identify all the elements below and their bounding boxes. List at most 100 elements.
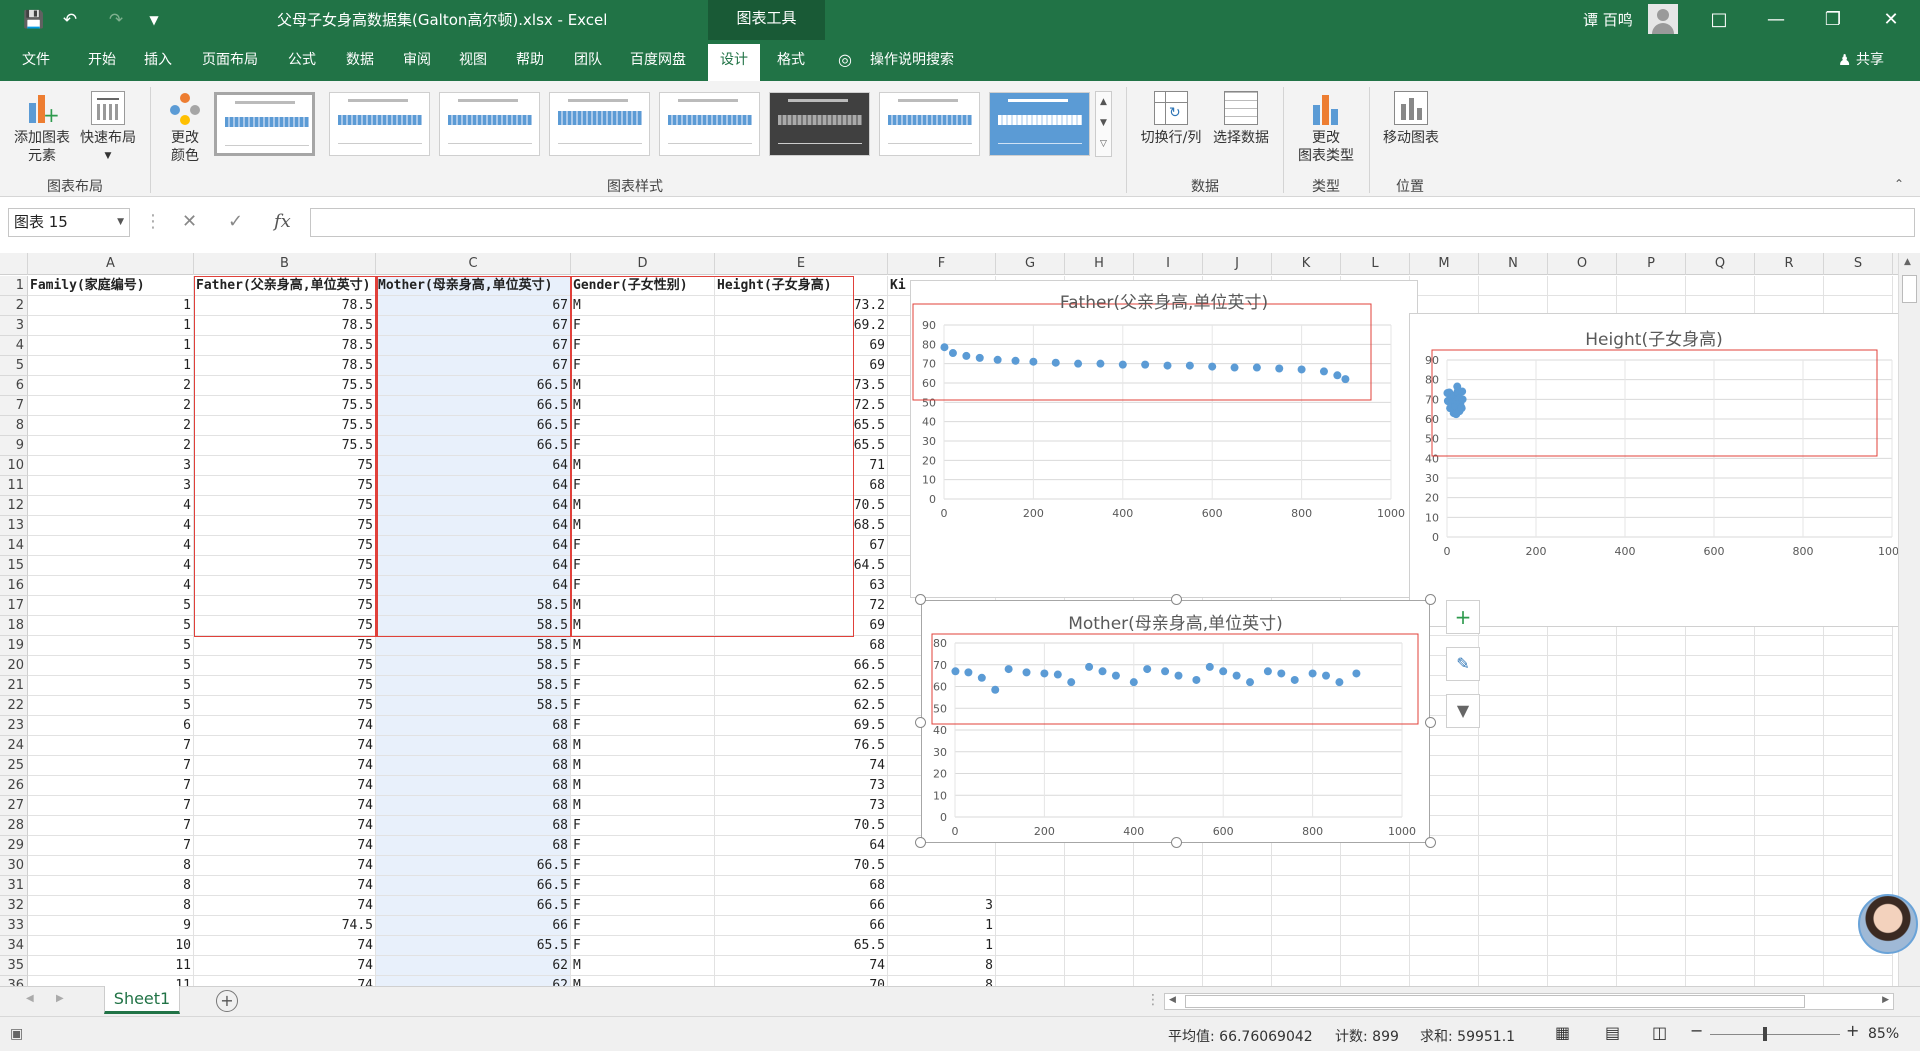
cell[interactable]	[1686, 936, 1755, 956]
scroll-up-icon[interactable]: ▲	[1904, 257, 1911, 267]
cell[interactable]	[1824, 796, 1893, 816]
cell[interactable]	[1203, 896, 1272, 916]
cell[interactable]	[1479, 816, 1548, 836]
cell[interactable]	[1410, 896, 1479, 916]
table-cell[interactable]: F	[571, 696, 715, 716]
cell[interactable]	[1272, 976, 1341, 986]
table-cell[interactable]: 65.5	[715, 436, 888, 456]
chart-elements-plus-icon[interactable]: +	[1446, 600, 1480, 634]
table-cell[interactable]: 5	[28, 596, 194, 616]
header-cell[interactable]: Mother(母亲身高,单位英寸)	[376, 276, 571, 296]
row-header[interactable]: 35	[0, 956, 28, 976]
cell[interactable]	[1824, 756, 1893, 776]
table-cell[interactable]: M	[571, 496, 715, 516]
cell[interactable]	[1686, 676, 1755, 696]
table-cell[interactable]: 74	[194, 936, 376, 956]
tab-data[interactable]: 数据	[346, 49, 374, 73]
table-cell[interactable]: 67	[376, 296, 571, 316]
table-cell[interactable]: 1	[888, 936, 996, 956]
row-header[interactable]: 13	[0, 516, 28, 536]
data-point[interactable]	[1290, 675, 1299, 684]
cell[interactable]	[1686, 796, 1755, 816]
cell[interactable]	[1341, 876, 1410, 896]
data-point[interactable]	[1232, 671, 1241, 680]
add-sheet-icon[interactable]: +	[216, 990, 238, 1012]
table-cell[interactable]: 68	[376, 796, 571, 816]
cell[interactable]	[996, 976, 1065, 986]
table-cell[interactable]: 75	[194, 696, 376, 716]
table-cell[interactable]: 3	[888, 896, 996, 916]
cell[interactable]	[1479, 956, 1548, 976]
row-header[interactable]: 21	[0, 676, 28, 696]
table-cell[interactable]: 62.5	[715, 676, 888, 696]
cell[interactable]	[1479, 636, 1548, 656]
cell[interactable]	[996, 956, 1065, 976]
table-cell[interactable]: 63	[715, 576, 888, 596]
table-cell[interactable]: 58.5	[376, 596, 571, 616]
table-cell[interactable]: 64	[376, 516, 571, 536]
data-point[interactable]	[1022, 668, 1031, 677]
cell[interactable]	[1065, 856, 1134, 876]
table-cell[interactable]: 66.5	[376, 856, 571, 876]
tab-format[interactable]: 格式	[777, 49, 805, 73]
table-cell[interactable]: 73	[715, 796, 888, 816]
table-cell[interactable]: M	[571, 296, 715, 316]
cell[interactable]	[1617, 636, 1686, 656]
table-cell[interactable]: 64	[376, 576, 571, 596]
data-point[interactable]	[1111, 671, 1120, 680]
cell[interactable]	[1617, 876, 1686, 896]
data-point[interactable]	[1040, 669, 1049, 678]
table-cell[interactable]: 66.5	[376, 396, 571, 416]
cell[interactable]	[996, 936, 1065, 956]
row-header[interactable]: 4	[0, 336, 28, 356]
table-cell[interactable]: 74	[194, 756, 376, 776]
table-cell[interactable]: 64	[376, 496, 571, 516]
cell[interactable]	[1410, 936, 1479, 956]
row-header[interactable]: 17	[0, 596, 28, 616]
column-header[interactable]: O	[1548, 253, 1617, 275]
table-cell[interactable]: 75	[194, 476, 376, 496]
zoom-out-icon[interactable]: −	[1690, 1021, 1703, 1040]
tell-me-search[interactable]: 操作说明搜索	[870, 49, 954, 73]
share-button[interactable]: 共享	[1856, 49, 1884, 73]
table-cell[interactable]: 70.5	[715, 496, 888, 516]
cell[interactable]	[1686, 816, 1755, 836]
cell[interactable]	[1686, 876, 1755, 896]
row-header[interactable]: 34	[0, 936, 28, 956]
table-cell[interactable]: 3	[28, 476, 194, 496]
data-point[interactable]	[1067, 678, 1076, 687]
cell[interactable]	[1686, 856, 1755, 876]
cell[interactable]	[1203, 976, 1272, 986]
cell[interactable]	[1272, 856, 1341, 876]
table-cell[interactable]: M	[571, 516, 715, 536]
row-header[interactable]: 10	[0, 456, 28, 476]
row-header[interactable]: 31	[0, 876, 28, 896]
cell[interactable]	[1479, 756, 1548, 776]
minimize-icon[interactable]: —	[1757, 4, 1795, 36]
cell[interactable]	[1686, 756, 1755, 776]
cell[interactable]	[1824, 716, 1893, 736]
data-point[interactable]	[962, 351, 971, 360]
cell[interactable]	[1755, 916, 1824, 936]
row-header[interactable]: 11	[0, 476, 28, 496]
table-cell[interactable]: 11	[28, 976, 194, 986]
table-cell[interactable]: 74	[194, 716, 376, 736]
cell[interactable]	[1548, 976, 1617, 986]
table-cell[interactable]: 58.5	[376, 656, 571, 676]
column-header[interactable]: D	[571, 253, 715, 275]
data-point[interactable]	[1333, 371, 1342, 380]
cell[interactable]	[1479, 936, 1548, 956]
row-header[interactable]: 12	[0, 496, 28, 516]
resize-handle[interactable]	[1425, 594, 1436, 605]
cell[interactable]	[1479, 736, 1548, 756]
hscroll-thumb[interactable]	[1185, 995, 1805, 1008]
table-cell[interactable]: 75	[194, 636, 376, 656]
table-cell[interactable]: 75.5	[194, 396, 376, 416]
cell[interactable]	[1479, 656, 1548, 676]
table-cell[interactable]: M	[571, 616, 715, 636]
tab-formulas[interactable]: 公式	[288, 49, 316, 73]
table-cell[interactable]: 74	[715, 956, 888, 976]
cell[interactable]	[1617, 696, 1686, 716]
table-cell[interactable]: 71	[715, 456, 888, 476]
table-cell[interactable]: 4	[28, 576, 194, 596]
